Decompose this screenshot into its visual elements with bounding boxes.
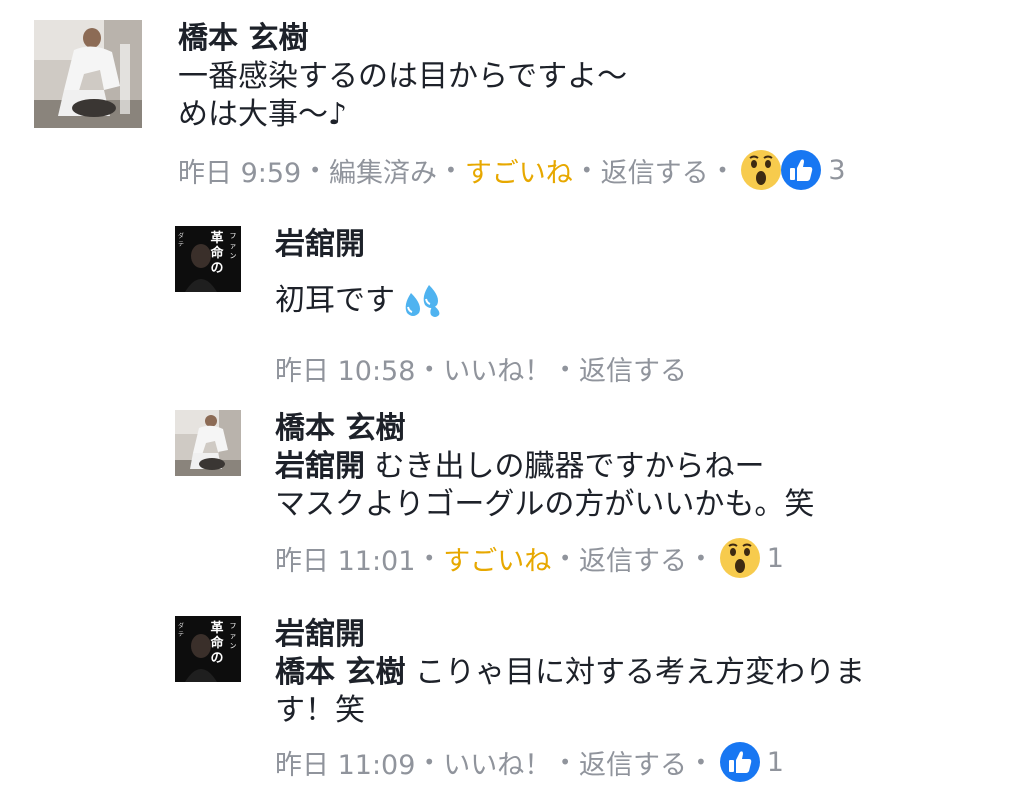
- comment-text-line: 一番感染するのは目からですよ〜: [178, 59, 628, 94]
- svg-text:フ: フ: [230, 622, 237, 630]
- timestamp[interactable]: 昨日 11:01: [275, 539, 415, 578]
- comment-meta: 昨日 11:09 • いいね！ • 返信する • 1: [275, 742, 865, 782]
- separator: •: [559, 356, 571, 381]
- svg-text:ァ: ァ: [230, 242, 237, 250]
- comment-text-line: す！笑: [275, 693, 365, 728]
- separator: •: [580, 158, 593, 182]
- timestamp[interactable]: 昨日 9:59: [178, 151, 301, 190]
- book-cover-avatar-icon: 革 命 の フ ァ ン ダ テ: [175, 226, 241, 292]
- comment-text-line: マスクよりゴーグルの方がいいかも。笑: [275, 487, 815, 522]
- svg-text:命: 命: [209, 635, 224, 651]
- comment-reply: 橋本 玄樹 岩舘開 むき出しの臓器ですからねー マスクよりゴーグルの方がいいかも…: [175, 410, 814, 578]
- svg-text:革: 革: [210, 620, 223, 636]
- comment-text: 一番感染するのは目からですよ〜 めは大事〜♪: [178, 58, 846, 134]
- comment-text-segment: こりゃ目に対する考え方変わりま: [405, 655, 865, 690]
- reactions-summary[interactable]: 3: [740, 149, 846, 191]
- comment-author[interactable]: 岩舘開: [275, 226, 687, 264]
- separator: •: [423, 546, 436, 570]
- comment-text: 岩舘開 むき出しの臓器ですからねー マスクよりゴーグルの方がいいかも。笑: [275, 448, 814, 524]
- reactions-summary[interactable]: 1: [719, 741, 784, 783]
- comment-text-segment: むき出しの臓器ですからねー: [365, 449, 765, 484]
- avatar-photo-icon: [175, 410, 241, 476]
- comment-author[interactable]: 橋本 玄樹: [178, 20, 846, 58]
- reaction-count: 1: [766, 542, 784, 574]
- reply-button[interactable]: 返信する: [601, 151, 709, 190]
- avatar-photo-icon: [34, 20, 142, 128]
- wow-face-icon: [719, 538, 760, 578]
- comment-meta: 昨日 10:58 • いいね！ • 返信する: [275, 349, 687, 389]
- mention-link[interactable]: 岩舘開: [275, 449, 365, 484]
- comment-text-line: 橋本 玄樹 こりゃ目に対する考え方変わりま: [275, 654, 865, 692]
- like-button[interactable]: すごいね: [465, 151, 573, 190]
- svg-text:ダ: ダ: [178, 232, 184, 240]
- avatar[interactable]: [175, 410, 241, 476]
- svg-text:テ: テ: [178, 631, 184, 638]
- comment: 橋本 玄樹 一番感染するのは目からですよ〜 めは大事〜♪ 昨日 9:59 • 編…: [34, 20, 846, 190]
- svg-text:ダ: ダ: [178, 622, 184, 630]
- separator: •: [695, 546, 707, 570]
- avatar[interactable]: 革 命 の フ ァ ン ダ テ: [175, 226, 241, 292]
- svg-text:革: 革: [210, 230, 223, 246]
- edited-label[interactable]: 編集済み: [329, 151, 437, 190]
- comment-reply: 革 命 の フ ァ ン ダ テ 岩舘開 初耳です 昨日 10:58 • いいね！…: [175, 226, 687, 389]
- svg-text:フ: フ: [230, 232, 237, 240]
- svg-text:の: の: [210, 651, 223, 666]
- separator: •: [423, 750, 436, 774]
- comment-meta: 昨日 11:01 • すごいね • 返信する • 1: [275, 538, 814, 578]
- book-cover-avatar-icon: 革 命 の フ ァ ン ダ テ: [175, 616, 241, 682]
- comment-reply: 革 命 の フ ァ ン ダ テ 岩舘開 橋本 玄樹 こりゃ目に対する考え方変わり…: [175, 616, 865, 782]
- reaction-count: 1: [766, 746, 784, 778]
- reply-button[interactable]: 返信する: [579, 743, 687, 782]
- mention-link[interactable]: 橋本 玄樹: [275, 655, 405, 690]
- like-button[interactable]: いいね！: [443, 743, 551, 782]
- svg-text:ァ: ァ: [230, 632, 237, 640]
- svg-text:ン: ン: [230, 642, 237, 650]
- timestamp[interactable]: 昨日 10:58: [275, 349, 415, 388]
- comment-text-line: 岩舘開 むき出しの臓器ですからねー: [275, 448, 814, 486]
- separator: •: [559, 546, 571, 570]
- sweat-droplets-icon: [405, 284, 440, 317]
- avatar[interactable]: [34, 20, 142, 128]
- separator: •: [695, 750, 707, 774]
- comment-meta: 昨日 9:59 • 編集済み • すごいね • 返信する • 3: [178, 150, 846, 190]
- wow-face-icon: [741, 150, 782, 190]
- svg-text:の: の: [210, 261, 223, 276]
- separator: •: [423, 356, 436, 381]
- separator: •: [559, 750, 571, 774]
- comment-text-line: 初耳です: [275, 283, 395, 318]
- thumbs-up-icon: [781, 150, 822, 190]
- separator: •: [716, 158, 729, 182]
- like-button[interactable]: すごいね: [443, 539, 551, 578]
- svg-text:テ: テ: [178, 241, 184, 248]
- avatar[interactable]: 革 命 の フ ァ ン ダ テ: [175, 616, 241, 682]
- separator: •: [445, 158, 457, 182]
- comment-text: 橋本 玄樹 こりゃ目に対する考え方変わりま す！笑: [275, 654, 865, 730]
- comment-author[interactable]: 岩舘開: [275, 616, 865, 654]
- timestamp[interactable]: 昨日 11:09: [275, 743, 415, 782]
- reaction-count: 3: [828, 154, 846, 186]
- svg-text:ン: ン: [230, 252, 237, 260]
- svg-text:命: 命: [209, 245, 224, 261]
- reply-button[interactable]: 返信する: [579, 349, 687, 388]
- comment-author[interactable]: 橋本 玄樹: [275, 410, 814, 448]
- separator: •: [309, 158, 322, 182]
- like-button[interactable]: いいね！: [443, 349, 551, 388]
- reply-button[interactable]: 返信する: [579, 539, 687, 578]
- thumbs-up-icon: [719, 742, 760, 782]
- comment-text-line: めは大事〜♪: [178, 97, 348, 132]
- reactions-summary[interactable]: 1: [719, 537, 784, 579]
- comment-text: 初耳です: [275, 282, 687, 321]
